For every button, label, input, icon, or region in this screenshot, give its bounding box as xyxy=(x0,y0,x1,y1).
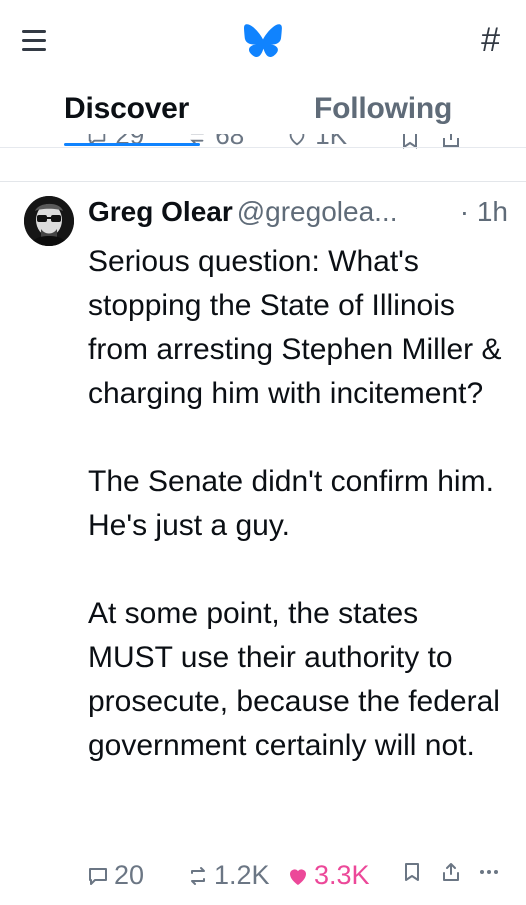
feed-tabs: Discover Following xyxy=(0,84,526,146)
repost-count: 1.2K xyxy=(214,860,270,890)
post-time[interactable]: · 1h xyxy=(460,196,508,228)
repost-icon xyxy=(191,866,205,885)
top-bar: # xyxy=(0,0,526,84)
avatar-image xyxy=(24,196,74,246)
more-dots-glyph xyxy=(480,870,498,874)
header-divider xyxy=(0,147,526,148)
share-icon xyxy=(443,863,459,881)
post-actions: 20 1.2K 3.3K xyxy=(86,860,506,900)
bookmark-button[interactable] xyxy=(402,860,422,884)
butterfly-logo-icon[interactable] xyxy=(244,24,282,58)
heart-icon xyxy=(290,868,306,885)
share-button[interactable] xyxy=(440,860,462,884)
reply-count: 20 xyxy=(114,860,145,890)
active-tab-indicator xyxy=(64,143,200,146)
like-count: 3.3K xyxy=(314,860,370,890)
post-divider xyxy=(0,181,526,182)
bookmark-icon xyxy=(405,863,419,881)
like-button[interactable]: 3.3K xyxy=(286,860,370,891)
avatar[interactable] xyxy=(24,196,74,246)
more-dots-icon[interactable] xyxy=(478,860,500,884)
menu-icon[interactable] xyxy=(22,30,48,52)
reply-button[interactable]: 20 xyxy=(86,860,144,891)
repost-button[interactable]: 1.2K xyxy=(186,860,270,891)
reply-bubble-icon xyxy=(89,867,107,885)
author-handle[interactable]: @gregolea... xyxy=(237,196,398,227)
post-header: Greg Olear @gregolea... · 1h xyxy=(88,196,508,236)
tab-following[interactable]: Following xyxy=(314,92,452,126)
post-text: Serious question: What's stopping the St… xyxy=(88,245,502,762)
hash-icon[interactable]: # xyxy=(481,22,500,58)
author-name[interactable]: Greg Olear xyxy=(88,196,233,227)
app-screen: # 29 68 1K ⋯ Discover Following xyxy=(0,0,526,905)
tab-discover[interactable]: Discover xyxy=(64,92,189,126)
